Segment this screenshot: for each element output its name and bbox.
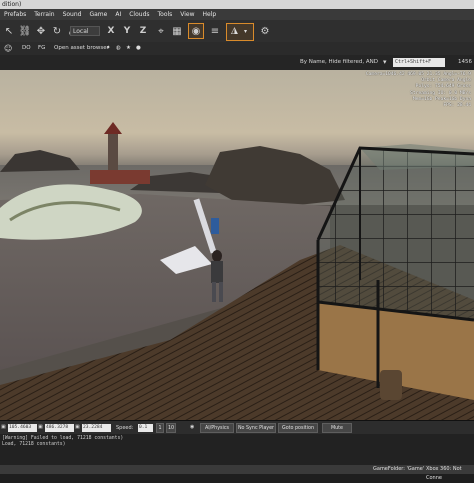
chevron-down-icon: ▾ (244, 28, 248, 35)
secondary-toolbar: ☺ DO FG Open asset browser ✦ ◍ ★ ● (0, 42, 474, 55)
axis-x-button[interactable]: X (104, 24, 118, 38)
speed-input[interactable]: 0.1 (138, 424, 153, 432)
camera-icon[interactable]: ◉ (190, 424, 194, 430)
menu-sound[interactable]: Sound (59, 11, 86, 18)
debug-stats-overlay: Camera=1046.42 469.05 21.35 Angl=-76.9 O… (366, 72, 471, 109)
z-position-field[interactable]: 23.2284 (82, 424, 111, 432)
status-bar: ▣ 105.4603 ▣ 486.3278 ▣ 23.2284 Speed: 0… (0, 420, 474, 435)
viewport-corner-value: 1456 (458, 59, 472, 65)
goto-position-button[interactable]: Goto position (278, 423, 318, 433)
coord-system-value: Local (73, 28, 89, 35)
cursor-icon[interactable]: ↖ (2, 24, 16, 38)
star-icon[interactable]: ★ (126, 44, 131, 53)
viewport-search-placeholder: Ctrl+Shift+F (395, 59, 432, 65)
3d-viewport[interactable]: Camera=1046.42 469.05 21.35 Angl=-76.9 O… (0, 70, 474, 420)
grid-snap-icon[interactable]: ▦ (170, 24, 184, 38)
lock-icon[interactable]: ▣ (38, 424, 43, 430)
lock-icon[interactable]: ▣ (75, 424, 80, 430)
coord-system-select[interactable]: Local (70, 26, 100, 36)
speed-preset-10[interactable]: 10 (166, 423, 176, 433)
ai-physics-label: AI/Physics (204, 426, 230, 431)
z-position-value: 23.2284 (83, 425, 103, 430)
x-position-value: 105.4603 (9, 425, 32, 430)
camera-icon[interactable]: ◉ (188, 23, 204, 39)
lock-icon[interactable]: ▣ (1, 424, 6, 430)
menu-prefabs[interactable]: Prefabs (0, 11, 30, 18)
goto-position-label: Goto position (282, 426, 314, 431)
asset-browser-link[interactable]: Open asset browser (54, 44, 109, 53)
speed-preset-10-label: 10 (167, 426, 175, 431)
menu-help[interactable]: Help (199, 11, 221, 18)
filter-icon[interactable]: ▾ (383, 58, 387, 66)
console-output: [Warning] Failed to load, 71218 constant… (0, 434, 474, 465)
y-position-field[interactable]: 486.3278 (45, 424, 74, 432)
window-title-bar: dition) (0, 0, 474, 9)
menu-tools[interactable]: Tools (154, 11, 177, 18)
xbox-status-label: Xbox 360: Not Conne (426, 466, 462, 481)
window-title: dition) (2, 1, 22, 8)
no-sync-player-button[interactable]: No Sync Player (236, 423, 276, 433)
layers-icon[interactable]: ≡ (208, 24, 222, 38)
axis-z-button[interactable]: Z (136, 24, 150, 38)
viewport-header: By Name, Hide filtered, AND ▾ Ctrl+Shift… (0, 55, 474, 71)
axis-z-label: Z (139, 26, 147, 36)
menu-bar: Prefabs Terrain Sound Game AI Clouds Too… (0, 9, 474, 20)
speed-preset-1-label: 1 (158, 426, 162, 431)
console-line: Load, 71218 constants) (2, 442, 66, 447)
terrain-icon: ◮ (231, 26, 238, 36)
bottom-status-bar: GameFolder: 'Game' Xbox 360: Not Conne (0, 465, 474, 481)
speed-value: 0.1 (139, 425, 148, 430)
main-toolbar: ↖ ⛓ ✥ ↻ ⤢ Local X Y Z ⌖ ▦ ◉ ≡ ◮ ▾ ⚙ (0, 20, 474, 43)
menu-view[interactable]: View (176, 11, 198, 18)
axis-y-label: Y (123, 26, 131, 36)
scene-render (0, 122, 474, 420)
game-folder-label: GameFolder: 'Game' (373, 466, 425, 472)
speed-preset-1[interactable]: 1 (156, 423, 164, 433)
menu-ai[interactable]: AI (111, 11, 125, 18)
axis-x-label: X (107, 26, 115, 36)
speed-label: Speed: (116, 425, 134, 431)
snap-icon[interactable]: ⌖ (154, 24, 168, 38)
viewport-search-input[interactable]: Ctrl+Shift+F (393, 58, 445, 67)
move-icon[interactable]: ✥ (34, 24, 48, 38)
terrain-mode-button[interactable]: ◮ ▾ (226, 23, 254, 41)
link-icon[interactable]: ⛓ (18, 24, 32, 38)
rotate-icon[interactable]: ↻ (50, 24, 64, 38)
pin-icon[interactable]: ✦ (106, 44, 111, 53)
mute-label: Mute (330, 426, 343, 431)
menu-clouds[interactable]: Clouds (125, 11, 153, 18)
x-position-field[interactable]: 105.4603 (8, 424, 37, 432)
do-button[interactable]: DO (22, 44, 31, 53)
physics-icon[interactable]: ⚙ (258, 24, 272, 38)
y-position-value: 486.3278 (46, 425, 69, 430)
mute-button[interactable]: Mute (322, 423, 352, 433)
axis-y-button[interactable]: Y (120, 24, 134, 38)
menu-terrain[interactable]: Terrain (30, 11, 58, 18)
globe-icon[interactable]: ◍ (116, 44, 121, 53)
no-sync-player-label: No Sync Player (237, 426, 275, 431)
stats-line-fps: FPS: 28.44 (443, 103, 471, 109)
character-icon[interactable]: ☺ (4, 44, 12, 53)
filter-text: By Name, Hide filtered, AND (300, 59, 378, 65)
dot-icon[interactable]: ● (136, 44, 141, 53)
menu-game[interactable]: Game (85, 11, 111, 18)
ai-physics-button[interactable]: AI/Physics (200, 423, 234, 433)
fg-button[interactable]: FG (38, 44, 45, 53)
